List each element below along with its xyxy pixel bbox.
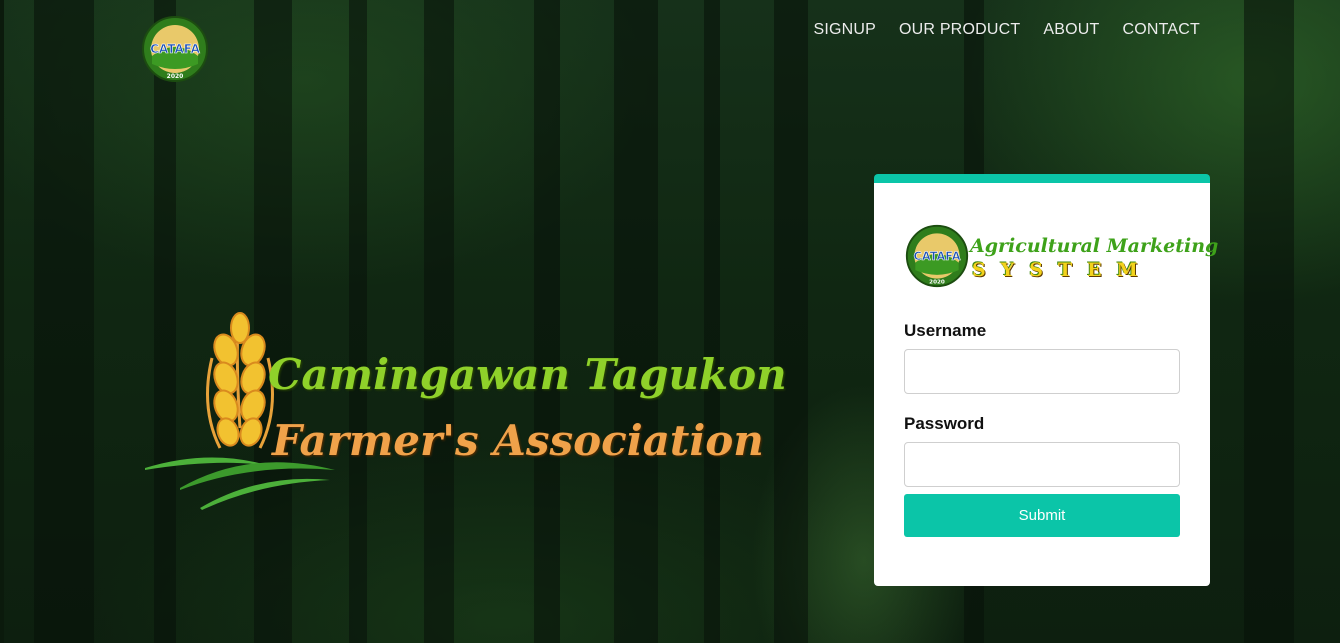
wheat-logo-icon bbox=[145, 312, 335, 510]
username-label: Username bbox=[904, 321, 987, 340]
top-navigation-bar: CATAFA 2020 SIGNUP OUR PRODUCT ABOUT CON… bbox=[0, 0, 1340, 82]
badge-text: CATAFA bbox=[914, 250, 961, 263]
nav-signup[interactable]: SIGNUP bbox=[813, 21, 876, 39]
nav-contact[interactable]: CONTACT bbox=[1122, 21, 1200, 39]
login-card: CATAFA 2020 Agricultural Marketing SYSTE… bbox=[874, 174, 1218, 586]
password-label: Password bbox=[904, 414, 985, 433]
ams-logo-subtitle: SYSTEM bbox=[972, 259, 1153, 281]
brand-title-line2: Farmer's Association bbox=[272, 416, 764, 465]
password-input[interactable] bbox=[904, 442, 1180, 487]
association-brand: Camingawan Tagukon Farmer's Association bbox=[140, 298, 787, 518]
username-input[interactable] bbox=[904, 349, 1180, 394]
catafa-logo[interactable]: CATAFA 2020 bbox=[140, 16, 210, 82]
catafa-logo-text: CATAFA bbox=[150, 42, 201, 56]
catafa-badge-icon: CATAFA 2020 bbox=[905, 224, 969, 288]
ams-logo-title: Agricultural Marketing bbox=[970, 235, 1219, 257]
brand-title-line1: Camingawan Tagukon bbox=[268, 350, 787, 399]
ams-logo: CATAFA 2020 Agricultural Marketing SYSTE… bbox=[904, 221, 1218, 293]
main-nav: SIGNUP OUR PRODUCT ABOUT CONTACT bbox=[813, 21, 1200, 39]
nav-about[interactable]: ABOUT bbox=[1043, 21, 1099, 39]
nav-our-product[interactable]: OUR PRODUCT bbox=[899, 21, 1020, 39]
badge-year: 2020 bbox=[929, 279, 945, 285]
submit-button[interactable]: Submit bbox=[904, 494, 1180, 537]
catafa-logo-year: 2020 bbox=[167, 73, 184, 80]
